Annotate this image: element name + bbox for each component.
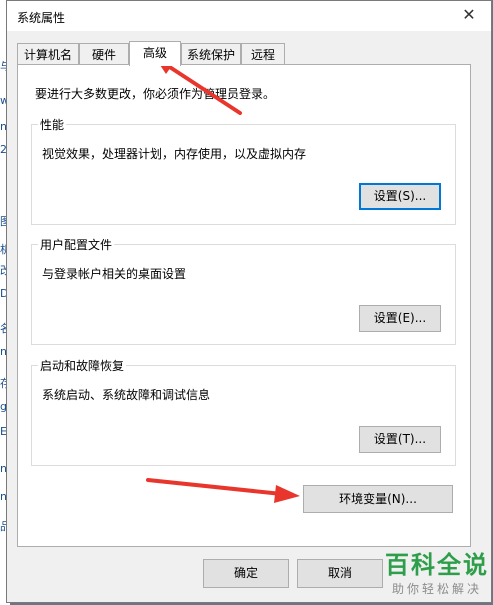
window-title: 系统属性: [17, 11, 66, 25]
startup-recovery-group-desc: 系统启动、系统故障和调试信息: [42, 388, 211, 402]
ok-button[interactable]: 确定: [203, 559, 289, 588]
startup-recovery-settings-button[interactable]: 设置(T)...: [359, 426, 441, 453]
performance-group-desc: 视觉效果，处理器计划，内存使用，以及虚拟内存: [42, 147, 307, 161]
performance-group-title: 性能: [38, 116, 67, 133]
startup-recovery-group: 启动和故障恢复 系统启动、系统故障和调试信息 设置(T)...: [31, 357, 456, 466]
admin-notice: 要进行大多数更改，你必须作为管理员登录。: [35, 87, 276, 101]
title-bar: 系统属性 ✕: [7, 1, 491, 31]
performance-group: 性能 视觉效果，处理器计划，内存使用，以及虚拟内存 设置(S)...: [31, 116, 456, 225]
tab-remote[interactable]: 远程: [241, 43, 285, 65]
cancel-button[interactable]: 取消: [297, 559, 383, 588]
tab-advanced[interactable]: 高级: [129, 41, 181, 66]
watermark-title: 百科全说: [385, 551, 489, 579]
startup-recovery-group-title: 启动和故障恢复: [38, 357, 127, 374]
performance-settings-button[interactable]: 设置(S)...: [359, 183, 441, 210]
system-properties-dialog: 系统属性 ✕ 计算机名 硬件 高级 系统保护 远程 要进行大多数更改，你必须作为…: [6, 0, 492, 603]
tab-system-protection[interactable]: 系统保护: [181, 43, 241, 65]
tab-computer-name[interactable]: 计算机名: [17, 43, 79, 65]
tab-hardware[interactable]: 硬件: [79, 43, 129, 65]
close-icon[interactable]: ✕: [459, 5, 479, 24]
watermark-logo: 百科全说 助你轻松解决: [385, 545, 489, 597]
user-profiles-group-title: 用户配置文件: [38, 236, 115, 253]
user-profiles-group: 用户配置文件 与登录帐户相关的桌面设置 设置(E)...: [31, 236, 456, 345]
watermark-subtitle: 助你轻松解决: [391, 582, 482, 596]
environment-variables-button[interactable]: 环境变量(N)...: [303, 485, 453, 513]
user-profiles-group-desc: 与登录帐户相关的桌面设置: [42, 267, 187, 281]
user-profiles-settings-button[interactable]: 设置(E)...: [359, 305, 441, 332]
